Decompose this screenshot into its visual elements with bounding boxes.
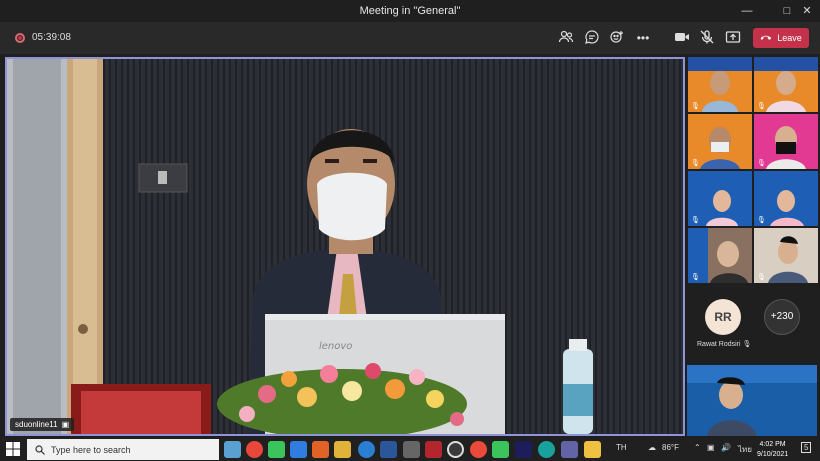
meeting-toolbar: 05:39:08 ••• Leave [0,22,820,54]
participant-tile[interactable]: 🎙 [754,57,818,112]
language-indicator[interactable]: TH [616,443,627,452]
speaker-icon[interactable]: 🔊 [721,443,731,452]
close-icon[interactable]: ✕ [799,3,815,19]
task-view-icon[interactable] [224,441,241,458]
mic-muted-icon: 🎙 [757,274,766,281]
speaker-name: sduonline11 [15,420,58,429]
chrome-icon[interactable] [246,441,263,458]
system-clock[interactable]: 4:02 PM 9/10/2021 [757,440,788,460]
mic-muted-icon: 🎙 [691,103,700,110]
pin-icon: ▣ [61,420,70,429]
participant-tile[interactable]: 🎙 [688,228,752,283]
maximize-icon[interactable]: □ [779,3,795,19]
mic-muted-icon: 🎙 [691,274,700,281]
mic-muted-icon: 🎙 [757,103,766,110]
notification-center-icon[interactable]: 5 [801,442,812,453]
network-icon[interactable]: ▣ [707,443,715,452]
clock-date: 9/10/2021 [757,451,789,458]
more-participants-button[interactable]: +230 [764,299,800,335]
mic-muted-icon: 🎙 [691,217,700,224]
windows-taskbar: Type here to search TH ☁ 86°F ⌃ ▣ 🔊 ไทย … [0,438,820,461]
window-title: Meeting in "General" [359,5,461,17]
line-icon[interactable] [268,441,285,458]
share-screen-icon[interactable] [724,29,742,47]
mic-muted-icon: 🎙 [757,160,766,167]
temperature[interactable]: 86°F [662,443,679,452]
meeting-timer: 05:39:08 [32,32,71,43]
usb-icon[interactable] [403,441,420,458]
phone-hangup-icon [760,35,772,40]
clock-time: 4:02 PM [759,441,786,448]
word-icon[interactable] [380,441,397,458]
microphone-muted-icon[interactable] [698,29,716,47]
windows-start-icon[interactable] [6,442,20,456]
chevron-up-icon[interactable]: ⌃ [694,443,701,452]
xbox-icon[interactable] [447,441,464,458]
main-video[interactable]: lenovo sduonline11 ▣ [5,57,685,436]
file-explorer-icon[interactable] [584,441,601,458]
chat-icon[interactable] [583,29,601,47]
premiere-icon[interactable] [515,441,532,458]
app-icon[interactable] [334,441,351,458]
self-view-video[interactable] [687,365,817,436]
svg-text:lenovo: lenovo [319,341,352,352]
participant-tile[interactable]: 🎙 [688,114,752,169]
search-icon [35,444,45,455]
edge-legacy-icon[interactable] [358,441,375,458]
avatar-participant-name: Rawat Rodsiri 🎙 [697,341,752,348]
speaker-name-tag: sduonline11 ▣ [10,418,75,431]
search-placeholder: Type here to search [51,444,131,455]
weather-icon[interactable]: ☁ [648,443,656,452]
camera-icon[interactable] [673,29,691,47]
self-video-feed [687,365,817,436]
mic-muted-icon: 🎙 [742,341,752,348]
reactions-icon[interactable] [608,29,626,47]
avatar[interactable]: RR [705,299,741,335]
line-2-icon[interactable] [492,441,509,458]
minimize-icon[interactable]: — [739,3,755,19]
recording-icon [15,33,25,43]
chrome-2-icon[interactable] [470,441,487,458]
participant-tile[interactable]: 🎙 [754,171,818,226]
participant-tile[interactable]: 🎙 [754,228,818,283]
participants-icon[interactable] [557,29,575,47]
input-method[interactable]: ไทย [738,443,752,456]
edge-icon[interactable] [538,441,555,458]
leave-button[interactable]: Leave [753,28,809,48]
participant-tile[interactable]: 🎙 [688,57,752,112]
media-app-icon[interactable] [425,441,442,458]
speaker-video-feed: lenovo [7,59,683,434]
participant-tile[interactable]: 🎙 [754,114,818,169]
powerpoint-icon[interactable] [312,441,329,458]
teams-icon[interactable] [561,441,578,458]
title-bar: Meeting in "General" — □ ✕ [0,0,820,22]
taskbar-search-input[interactable]: Type here to search [27,439,219,460]
participant-tile[interactable]: 🎙 [688,171,752,226]
leave-label: Leave [777,33,802,43]
more-options-icon[interactable]: ••• [634,29,652,47]
calculator-icon[interactable] [290,441,307,458]
mic-muted-icon: 🎙 [691,160,700,167]
mic-muted-icon: 🎙 [757,217,766,224]
